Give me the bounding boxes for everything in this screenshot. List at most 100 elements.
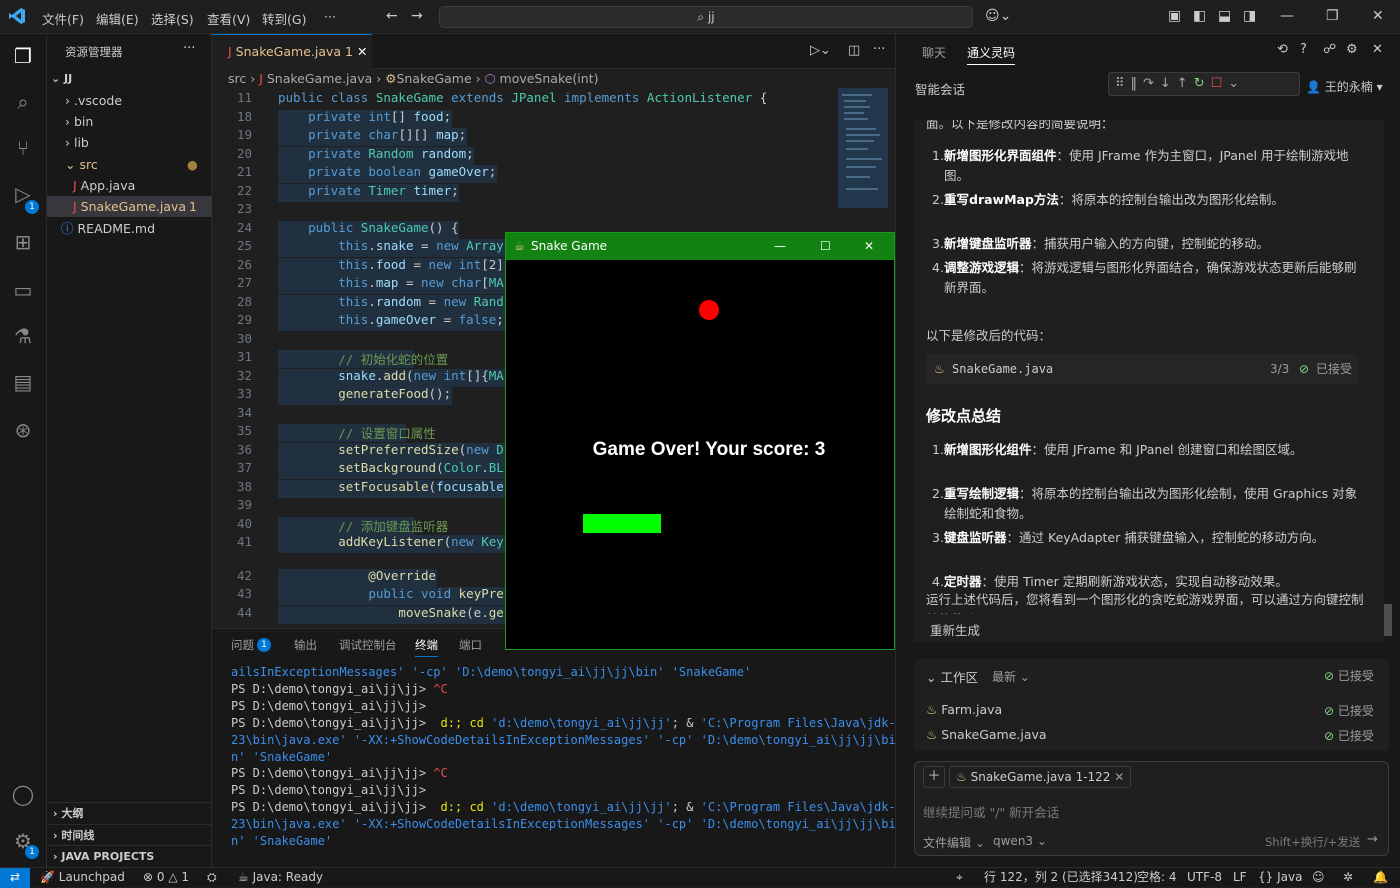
tree-item-readme[interactable]: ⓘ README.md xyxy=(47,218,212,239)
minimize-icon[interactable]: — xyxy=(1280,8,1294,24)
launchpad-button[interactable]: 🚀 Launchpad xyxy=(40,868,125,887)
mode-dropdown[interactable]: 文件编辑 ⌄ xyxy=(923,834,985,851)
tree-item-bin[interactable]: › bin xyxy=(47,111,212,132)
indentation[interactable]: 空格: 4 xyxy=(1137,868,1177,887)
game-canvas[interactable]: Game Over! Your score: 3 xyxy=(506,260,894,649)
tab-chat[interactable]: 聊天 xyxy=(922,44,946,61)
workspace-file-farm[interactable]: ♨ Farm.java xyxy=(926,702,1002,717)
code-line[interactable]: public class SnakeGame extends JPanel im… xyxy=(278,90,767,105)
code-line[interactable]: private Random random; xyxy=(278,146,474,161)
code-file-card[interactable]: ♨ SnakeGame.java 3/3 ⊘ 已接受 xyxy=(926,354,1358,384)
code-line[interactable]: setFocusable(focusable xyxy=(278,479,504,494)
chat-input-box[interactable]: ＋ ♨ SnakeGame.java 1-122 ✕ 继续提问或 "/" 新开会… xyxy=(914,761,1389,856)
tab-terminal[interactable]: 终端 xyxy=(415,637,438,657)
game-minimize-icon[interactable]: — xyxy=(774,233,786,260)
remote-explorer-icon[interactable]: ▭ xyxy=(10,278,36,304)
command-search-box[interactable]: ⌕ jj xyxy=(439,6,973,28)
close-window-icon[interactable]: ✕ xyxy=(1372,8,1384,24)
workspace-toggle[interactable]: ⌄ 工作区 xyxy=(926,667,978,686)
code-line[interactable]: this.food = new int[2] xyxy=(278,257,504,272)
eol[interactable]: LF xyxy=(1233,868,1247,887)
menu-selection[interactable]: 选择(S) xyxy=(151,9,194,28)
tab-snakegame-java[interactable]: J SnakeGame.java 1 ✕ xyxy=(212,34,372,69)
code-line[interactable]: setPreferredSize(new D xyxy=(278,442,504,457)
problems-status[interactable]: ⊗ 0 △ 1 xyxy=(143,868,189,887)
tree-item-vscode[interactable]: › .vscode xyxy=(47,90,212,111)
close-panel-icon[interactable]: ✕ xyxy=(1372,42,1383,57)
account-icon[interactable]: ◯ xyxy=(10,782,36,808)
code-line[interactable]: this.random = new Rand xyxy=(278,294,504,309)
git-graph-icon[interactable]: ⊛ xyxy=(10,418,36,444)
layout-icon[interactable]: ▣ xyxy=(1168,8,1181,24)
copilot-icon[interactable]: ☺⌄ xyxy=(985,8,1011,24)
back-arrow-icon[interactable]: ← xyxy=(386,8,398,24)
restore-icon[interactable]: ❐ xyxy=(1326,8,1339,24)
feedback-icon[interactable]: ☍ xyxy=(1323,42,1336,57)
section-java-projects[interactable]: › JAVA PROJECTS xyxy=(47,845,212,867)
workspace-file-snakegame[interactable]: ♨ SnakeGame.java xyxy=(926,727,1047,742)
language-mode[interactable]: {} Java xyxy=(1258,868,1302,887)
menu-go[interactable]: 转到(G) xyxy=(262,9,306,28)
search-view-icon[interactable]: ⌕ xyxy=(10,90,36,116)
crumb-file[interactable]: SnakeGame.java xyxy=(267,71,372,86)
more-actions-icon[interactable]: ··· xyxy=(873,42,885,57)
code-line[interactable]: setBackground(Color.BL xyxy=(278,460,504,475)
sync-icon[interactable]: ✲ xyxy=(1343,868,1353,887)
tab-debug-console[interactable]: 调试控制台 xyxy=(339,637,397,653)
code-line[interactable]: // 添加键盘监听器 xyxy=(278,516,448,535)
crumb-class[interactable]: SnakeGame xyxy=(396,71,471,86)
code-line[interactable]: snake.add(new int[]{MA xyxy=(278,368,504,383)
testing-icon[interactable]: ⚗ xyxy=(10,324,36,350)
toggle-sidebar-icon[interactable]: ◧ xyxy=(1193,8,1206,24)
help-icon[interactable]: ? xyxy=(1300,42,1307,57)
debug-toolbar[interactable]: ⠿‖↷↓↑↻☐⌄ xyxy=(1108,72,1300,96)
close-tab-icon[interactable]: ✕ xyxy=(357,44,367,59)
tab-tongyi[interactable]: 通义灵码 xyxy=(967,44,1016,65)
code-line[interactable]: generateFood(); xyxy=(278,386,451,401)
code-line[interactable]: private char[][] map; xyxy=(278,127,466,142)
code-line[interactable]: public void keyPre xyxy=(278,586,503,601)
remove-chip-icon[interactable]: ✕ xyxy=(1114,770,1124,784)
copilot-status-icon[interactable]: ☺ xyxy=(1312,868,1325,887)
code-line[interactable]: private boolean gameOver; xyxy=(278,164,496,179)
explorer-icon[interactable]: ❐ xyxy=(10,44,36,70)
latest-dropdown[interactable]: 最新 ⌄ xyxy=(992,668,1030,685)
code-line[interactable]: addKeyListener(new Key xyxy=(278,534,504,549)
user-menu[interactable]: 👤 王的永楠 ▾ xyxy=(1306,78,1383,95)
code-line[interactable]: moveSnake(e.ge xyxy=(278,605,503,620)
model-dropdown[interactable]: qwen3 ⌄ xyxy=(993,834,1047,848)
encoding[interactable]: UTF-8 xyxy=(1187,868,1222,887)
java-status[interactable]: ☕ Java: Ready xyxy=(238,868,323,887)
menu-more[interactable]: ··· xyxy=(324,9,336,24)
regenerate-button[interactable]: 重新生成 xyxy=(930,620,980,639)
send-arrow-icon[interactable]: → xyxy=(1367,832,1378,847)
code-line[interactable]: this.snake = new Array xyxy=(278,238,504,253)
crumb-src[interactable]: src xyxy=(228,71,246,86)
section-timeline[interactable]: › 时间线 xyxy=(47,824,212,846)
extensions-icon[interactable]: ⊞ xyxy=(10,230,36,256)
settings-gear-icon[interactable]: ⚙ xyxy=(1346,42,1358,57)
code-line[interactable]: @Override xyxy=(278,568,436,583)
tab-output[interactable]: 输出 xyxy=(294,637,317,653)
snake-game-window[interactable]: ☕ Snake Game — ☐ ✕ Game Over! Your score… xyxy=(505,232,895,650)
section-outline[interactable]: › 大纲 xyxy=(47,802,212,824)
add-context-button[interactable]: ＋ xyxy=(923,766,945,788)
tree-item-app-java[interactable]: J App.java xyxy=(47,175,212,196)
tree-item-lib[interactable]: › lib xyxy=(47,132,212,153)
code-line[interactable]: private int[] food; xyxy=(278,109,451,124)
chat-scrollbar[interactable] xyxy=(1384,604,1392,636)
context-chip[interactable]: ♨ SnakeGame.java 1-122 ✕ xyxy=(949,766,1132,788)
menu-edit[interactable]: 编辑(E) xyxy=(96,9,139,28)
debug-run-icon[interactable]: ⛭ xyxy=(207,868,217,887)
code-line[interactable]: // 初始化蛇的位置 xyxy=(278,349,448,368)
menu-view[interactable]: 查看(V) xyxy=(207,9,250,28)
code-line[interactable]: private Timer timer; xyxy=(278,183,459,198)
crumb-method[interactable]: moveSnake(int) xyxy=(500,71,599,86)
more-actions-icon[interactable]: ··· xyxy=(183,41,195,56)
folder-icon[interactable]: ▤ xyxy=(10,370,36,396)
code-line[interactable]: // 设置窗口属性 xyxy=(278,423,436,442)
tree-item-snakegame-java[interactable]: J SnakeGame.java 1 xyxy=(47,196,212,217)
menu-file[interactable]: 文件(F) xyxy=(42,9,84,28)
toggle-panel-icon[interactable]: ⬓ xyxy=(1218,8,1231,24)
tree-root[interactable]: ⌄ JJ xyxy=(47,68,212,89)
